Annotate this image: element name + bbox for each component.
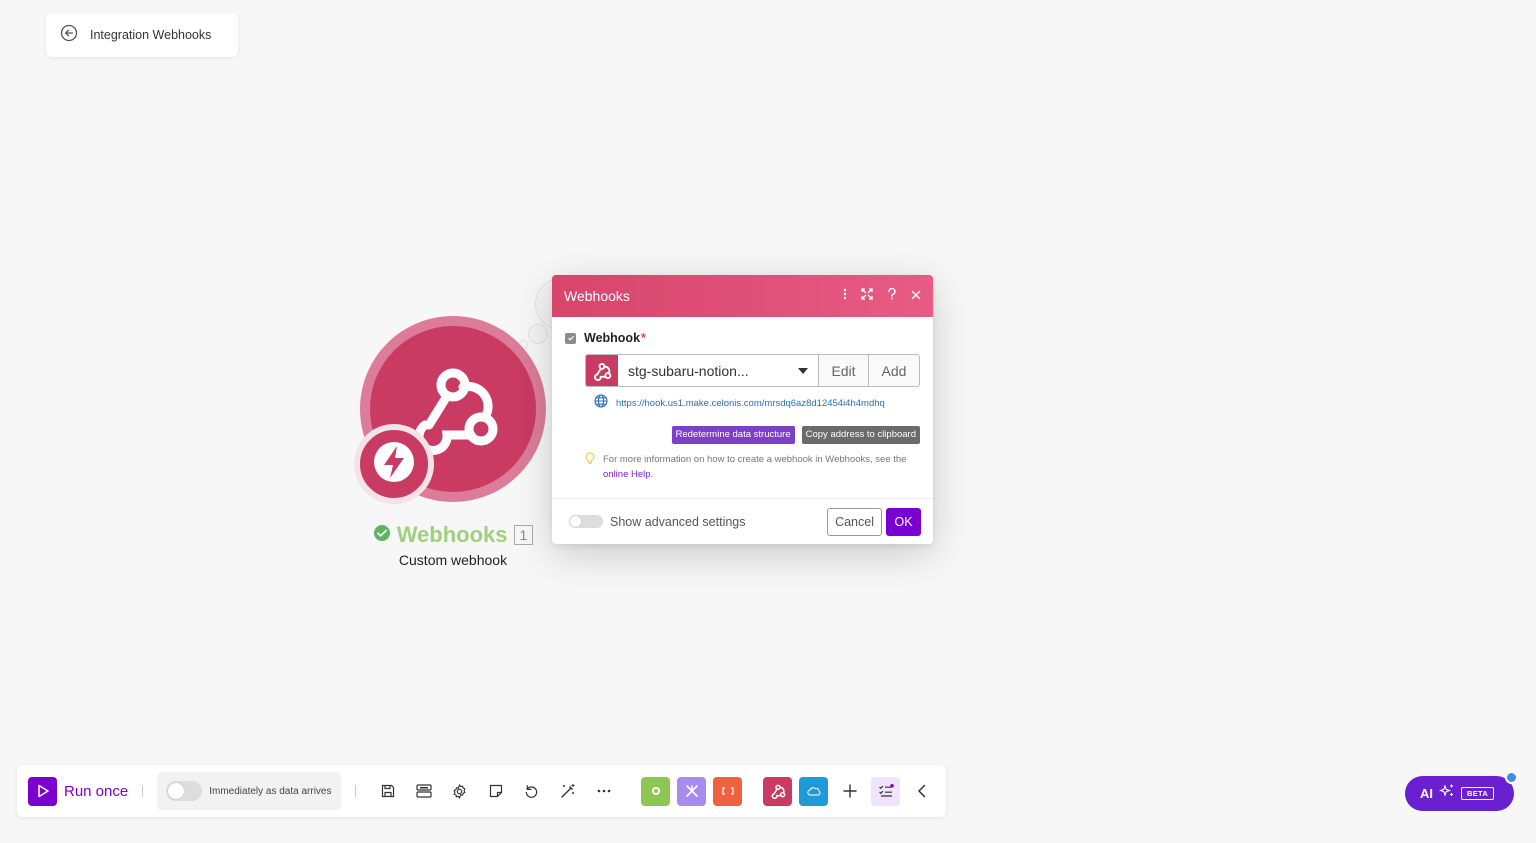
- autoalign-icon[interactable]: [406, 773, 442, 809]
- advanced-settings-toggle[interactable]: [569, 515, 603, 528]
- dialog-footer: Show advanced settings Cancel OK: [552, 498, 933, 544]
- webhook-select[interactable]: stg-subaru-notion...: [618, 355, 819, 386]
- tools-app-icon[interactable]: [641, 776, 670, 806]
- ai-label: AI: [1420, 786, 1433, 801]
- ai-assistant-button[interactable]: AI BETA: [1405, 776, 1514, 811]
- schedule-label: Immediately as data arrives: [209, 785, 332, 797]
- schedule-control[interactable]: Immediately as data arrives: [157, 772, 341, 810]
- more-icon[interactable]: [586, 773, 622, 809]
- close-icon[interactable]: [911, 287, 921, 305]
- hint-end: .: [650, 469, 654, 480]
- webhook-select-group: stg-subaru-notion... Edit Add: [585, 354, 920, 387]
- toolbar-divider: [354, 785, 356, 797]
- help-icon[interactable]: [887, 287, 897, 305]
- chevron-down-icon: [798, 368, 808, 374]
- redetermine-data-structure-button[interactable]: Redetermine data structure: [671, 426, 795, 444]
- magic-wand-icon[interactable]: [550, 773, 586, 809]
- copy-address-button[interactable]: Copy address to clipboard: [801, 426, 920, 444]
- module-subtitle: Custom webhook: [398, 552, 508, 568]
- connector-bubble-small: [528, 324, 548, 344]
- toolbar-actions: [370, 773, 622, 809]
- run-once-button[interactable]: Run once: [28, 776, 129, 806]
- toolbar-divider: [142, 785, 144, 797]
- webhooks-app-icon[interactable]: [763, 776, 792, 806]
- field-toggle-checkbox[interactable]: [565, 332, 576, 344]
- webhook-select-value: stg-subaru-notion...: [628, 362, 749, 379]
- module-name: Webhooks: [396, 522, 508, 547]
- help-hint: For more information on how to create a …: [585, 452, 915, 482]
- success-check-icon: [373, 524, 391, 547]
- webhook-label-text: Webhook: [584, 331, 641, 345]
- scenario-checklist-icon[interactable]: [871, 776, 900, 806]
- salesforce-app-icon[interactable]: [799, 776, 828, 806]
- edit-webhook-button[interactable]: Edit: [819, 355, 868, 386]
- scenario-toolbar: Run once Immediately as data arrives: [17, 765, 946, 817]
- notification-dot: [1505, 771, 1518, 784]
- notes-icon[interactable]: [478, 773, 514, 809]
- play-icon: [28, 776, 57, 806]
- advanced-settings-label: Show advanced settings: [610, 514, 746, 529]
- webhook-url-row: https://hook.us1.make.celonis.com/mrsdq6…: [594, 394, 920, 413]
- scenario-name: Integration Webhooks: [90, 28, 212, 42]
- ok-button[interactable]: OK: [886, 507, 921, 536]
- settings-icon[interactable]: [442, 773, 478, 809]
- cancel-button[interactable]: Cancel: [827, 507, 882, 536]
- undo-icon[interactable]: [514, 773, 550, 809]
- lightbulb-icon: [585, 452, 595, 482]
- flow-control-app-icon[interactable]: [677, 776, 706, 806]
- webhook-field-label: Webhook *: [565, 331, 920, 345]
- sparkle-icon: [1438, 783, 1455, 804]
- instant-trigger-badge: [354, 424, 434, 504]
- dialog-header: Webhooks: [552, 275, 933, 317]
- globe-icon: [594, 394, 608, 413]
- required-mark: *: [641, 331, 646, 345]
- module-title: Webhooks 1: [340, 522, 566, 548]
- add-module-icon[interactable]: [832, 773, 868, 809]
- beta-badge: BETA: [1461, 787, 1495, 800]
- webhooks-settings-dialog: Webhooks Webhook * stg-subaru-notion... …: [552, 275, 933, 544]
- back-arrow-icon: [60, 24, 78, 47]
- collapse-chevron-icon[interactable]: [904, 773, 940, 809]
- help-hint-text: For more information on how to create a …: [603, 452, 915, 482]
- webhook-actions: Redetermine data structure Copy address …: [565, 426, 920, 444]
- webhook-url[interactable]: https://hook.us1.make.celonis.com/mrsdq6…: [616, 398, 885, 409]
- kebab-menu-icon[interactable]: [843, 287, 847, 305]
- schedule-toggle[interactable]: [166, 781, 203, 801]
- save-icon[interactable]: [370, 773, 406, 809]
- dialog-title: Webhooks: [564, 288, 630, 304]
- expand-icon[interactable]: [861, 287, 873, 305]
- back-to-scenarios-button[interactable]: Integration Webhooks: [46, 13, 238, 57]
- hint-text: For more information on how to create a …: [603, 454, 907, 465]
- run-once-label: Run once: [64, 782, 129, 800]
- text-parser-app-icon[interactable]: [713, 776, 742, 806]
- webhook-app-icon: [586, 355, 618, 386]
- lightning-icon: [372, 440, 416, 489]
- module-id-badge: 1: [513, 525, 534, 545]
- online-help-link[interactable]: online Help: [603, 469, 651, 480]
- add-webhook-button[interactable]: Add: [868, 355, 919, 386]
